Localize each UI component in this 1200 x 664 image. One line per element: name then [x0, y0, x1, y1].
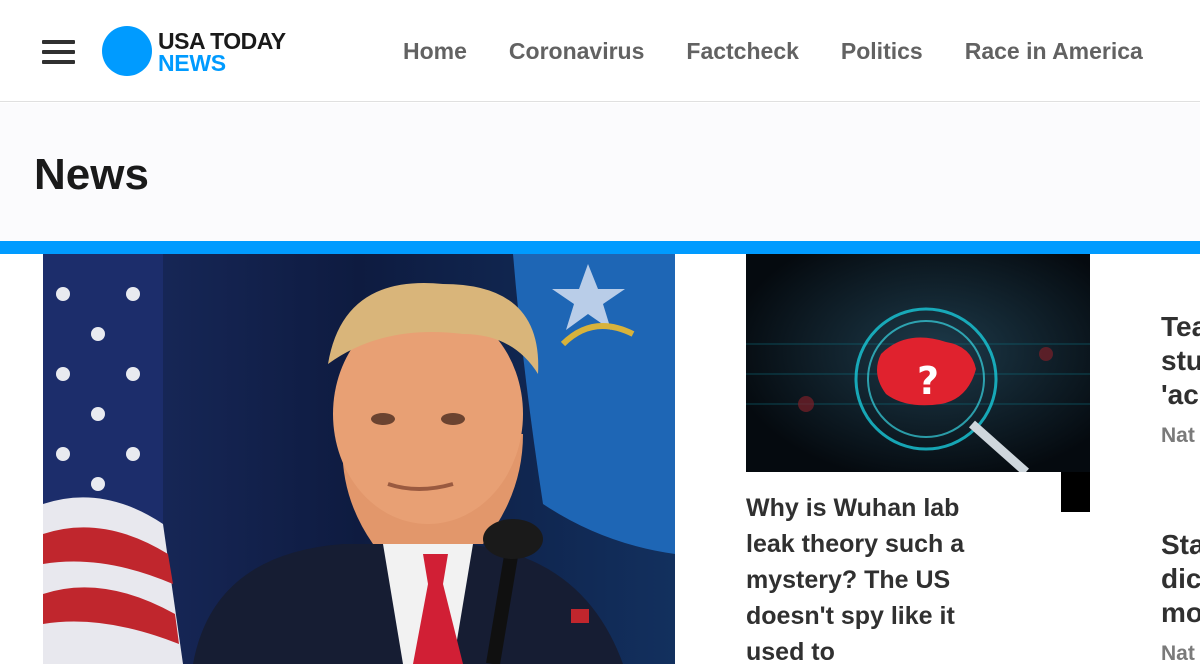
- nav-politics[interactable]: Politics: [841, 38, 923, 65]
- nav-coronavirus[interactable]: Coronavirus: [509, 38, 644, 65]
- story-image-wuhan[interactable]: ?: [746, 254, 1090, 512]
- menu-line: [42, 40, 75, 44]
- side-story-2[interactable]: Sta dic mo Nat: [1161, 528, 1200, 664]
- nav-home[interactable]: Home: [403, 38, 467, 65]
- side-story-title-line: stu: [1161, 345, 1200, 376]
- main-nav: Home Coronavirus Factcheck Politics Race…: [382, 38, 1164, 65]
- svg-text:?: ?: [917, 359, 939, 403]
- page-title: News: [34, 150, 149, 199]
- side-story-label: Nat: [1161, 424, 1195, 447]
- section-header: News: [0, 103, 1200, 241]
- menu-line: [42, 60, 75, 64]
- menu-line: [42, 50, 75, 54]
- hamburger-menu-icon[interactable]: [42, 38, 76, 66]
- side-story-title-line: dic: [1161, 563, 1200, 594]
- nav-race-in-america[interactable]: Race in America: [965, 38, 1143, 65]
- logo-circle-icon: [102, 26, 152, 76]
- trump-photo-icon: [43, 254, 675, 664]
- side-story-title-line: mo: [1161, 597, 1200, 628]
- logo-text-bottom: NEWS: [158, 50, 226, 76]
- usa-today-news-logo[interactable]: USA TODAY NEWS: [102, 26, 302, 78]
- side-story-1[interactable]: Tea stu 'ac Nat: [1161, 310, 1200, 448]
- hero-story-image[interactable]: [43, 254, 675, 664]
- side-story-label: Nat: [1161, 642, 1195, 664]
- side-story-title-line: Tea: [1161, 311, 1200, 342]
- nav-factcheck[interactable]: Factcheck: [686, 38, 799, 65]
- story-headline-wuhan[interactable]: Why is Wuhan lab leak theory such a myst…: [746, 490, 1008, 664]
- accent-divider: [0, 241, 1200, 254]
- side-story-title-line: 'ac: [1161, 379, 1199, 410]
- china-map-magnifier-icon: ?: [746, 254, 1090, 512]
- side-story-title-line: Sta: [1161, 529, 1200, 560]
- top-navigation-bar: USA TODAY NEWS Home Coronavirus Factchec…: [0, 0, 1200, 102]
